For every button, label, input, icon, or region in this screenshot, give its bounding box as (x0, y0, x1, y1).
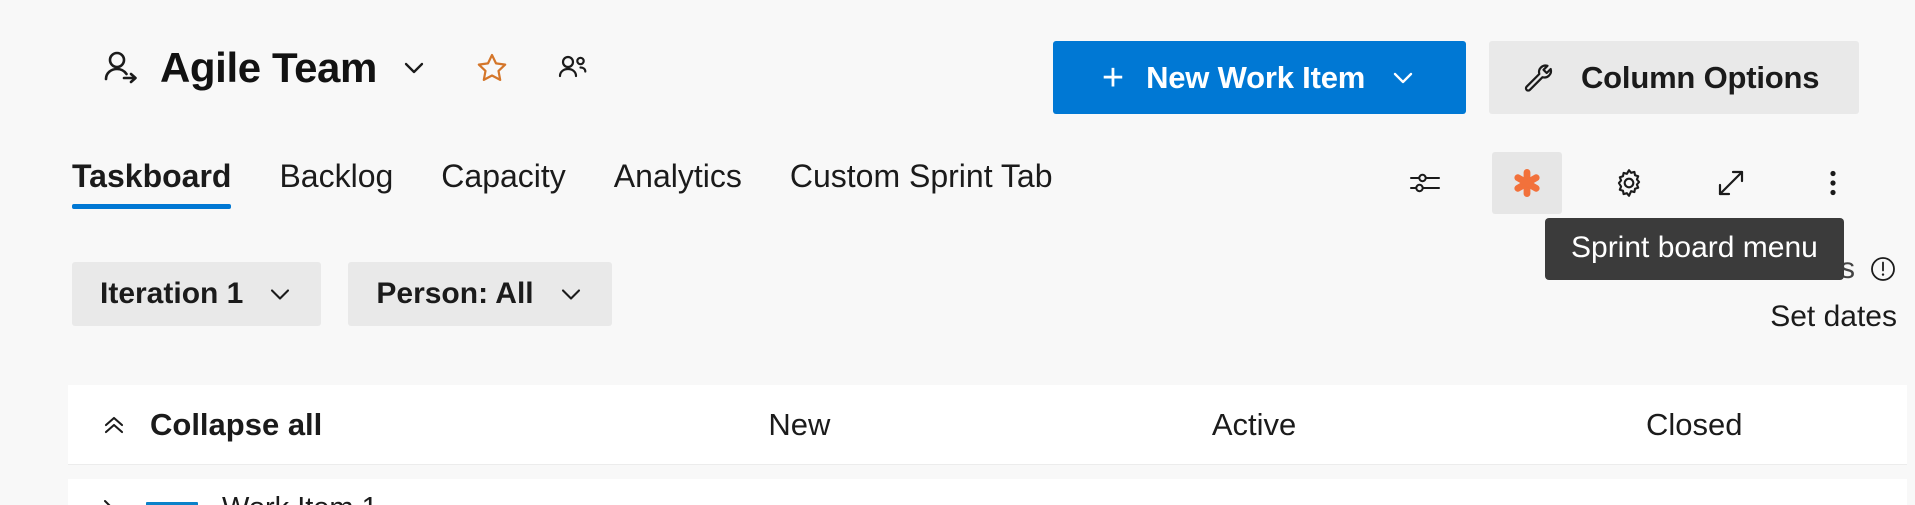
board-header-row: Collapse all New Active Closed (68, 385, 1907, 465)
iteration-filter-label: Iteration 1 (100, 277, 244, 310)
page-header: Agile Team + New Work Item Column Option… (0, 0, 1915, 125)
tab-strip: Taskboard Backlog Capacity Analytics Cus… (72, 158, 1100, 209)
chevron-right-icon[interactable] (98, 497, 118, 505)
taskboard-grid: Collapse all New Active Closed Work Item… (68, 385, 1907, 505)
tooltip: Sprint board menu (1545, 218, 1844, 280)
work-item-title: Work Item 1 (222, 492, 378, 505)
tab-label: Taskboard (72, 158, 232, 194)
board-row-divider (68, 465, 1907, 479)
set-dates-link[interactable]: Set dates (1620, 300, 1897, 334)
column-header-active: Active (1211, 406, 1297, 442)
chevron-down-icon[interactable] (1389, 64, 1417, 92)
people-icon[interactable] (555, 51, 589, 85)
taskboard-page: Agile Team + New Work Item Column Option… (0, 0, 1915, 505)
page-title: Agile Team (160, 44, 377, 91)
tab-capacity[interactable]: Capacity (441, 158, 566, 209)
more-options-button[interactable] (1798, 152, 1868, 214)
collapse-all-button[interactable]: Collapse all (68, 407, 572, 443)
fullscreen-icon (1713, 165, 1749, 201)
filter-bar: Iteration 1 Person: All (72, 262, 612, 326)
view-options-button[interactable] (1390, 152, 1460, 214)
gear-icon (1611, 165, 1647, 201)
new-work-item-label: New Work Item (1146, 59, 1366, 95)
fullscreen-button[interactable] (1696, 152, 1766, 214)
column-options-button[interactable]: Column Options (1489, 41, 1859, 114)
plus-icon: + (1101, 56, 1125, 99)
star-outline-icon[interactable] (475, 51, 509, 85)
tab-label: Custom Sprint Tab (789, 158, 1053, 194)
double-chevron-up-icon (100, 411, 128, 439)
tab-backlog[interactable]: Backlog (279, 158, 393, 209)
alert-circle-icon (1869, 255, 1897, 283)
chevron-down-icon (558, 281, 584, 307)
chevron-down-icon[interactable] (399, 53, 429, 83)
tab-tools (1390, 152, 1868, 214)
column-header-closed: Closed (1645, 406, 1743, 442)
table-row[interactable]: Work Item 1 (68, 479, 1907, 505)
collapse-all-label: Collapse all (150, 406, 323, 442)
column-header-new: New (768, 406, 831, 442)
chevron-down-icon (267, 281, 293, 307)
tab-label: Analytics (613, 158, 742, 194)
column-options-label: Column Options (1581, 59, 1820, 95)
tab-analytics[interactable]: Analytics (614, 158, 742, 209)
new-work-item-button[interactable]: + New Work Item (1053, 41, 1466, 114)
asterisk-icon (1509, 165, 1545, 201)
tab-label: Backlog (279, 158, 394, 194)
settings-button[interactable] (1594, 152, 1664, 214)
tab-custom-sprint-tab[interactable]: Custom Sprint Tab (790, 158, 1053, 209)
team-avatar-icon (100, 47, 142, 89)
person-filter-label: Person: All (376, 277, 534, 310)
tab-taskboard[interactable]: Taskboard (72, 158, 232, 209)
iteration-filter[interactable]: Iteration 1 (72, 262, 322, 326)
person-filter[interactable]: Person: All (348, 262, 612, 326)
wrench-icon (1521, 61, 1555, 95)
view-options-icon (1407, 165, 1443, 201)
sprint-board-menu-button[interactable] (1492, 152, 1562, 214)
tab-label: Capacity (441, 158, 566, 194)
more-vertical-icon (1815, 165, 1851, 201)
team-header: Agile Team (100, 44, 589, 92)
